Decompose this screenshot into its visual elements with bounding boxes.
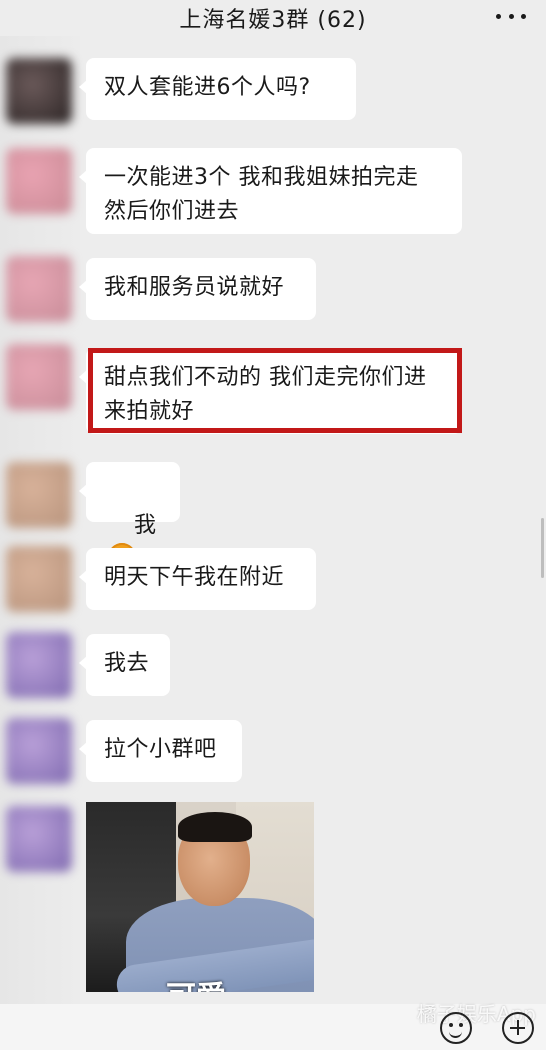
- message-bubble[interactable]: 我去: [79, 634, 170, 696]
- mouth: [449, 1029, 462, 1038]
- avatar[interactable]: [6, 148, 72, 214]
- meme-image[interactable]: 可爱: [86, 802, 314, 992]
- avatar[interactable]: [6, 546, 72, 612]
- dot: [521, 13, 526, 19]
- message-bubble[interactable]: 我和服务员说就好: [79, 258, 316, 320]
- more-dots-icon[interactable]: [496, 6, 526, 26]
- dot: [496, 13, 501, 19]
- chat-screen: 上海名媛3群 (62) 双人套能进6个人吗? 一次能进3个 我和我姐妹拍完走 然…: [0, 0, 546, 1050]
- plus-circle-icon[interactable]: [502, 1012, 534, 1044]
- message-bubble[interactable]: 一次能进3个 我和我姐妹拍完走 然后你们进去: [79, 148, 462, 234]
- message-bubble[interactable]: 明天下午我在附近: [79, 548, 316, 610]
- eye: [449, 1023, 453, 1027]
- chat-header: 上海名媛3群 (62): [0, 0, 546, 36]
- message-bubble[interactable]: 拉个小群吧: [79, 720, 242, 782]
- message-bubble[interactable]: 双人套能进6个人吗?: [79, 58, 356, 120]
- meme-hair: [178, 812, 252, 842]
- avatar[interactable]: [6, 344, 72, 410]
- avatar[interactable]: [6, 632, 72, 698]
- message-bubble[interactable]: 我: [79, 462, 180, 571]
- smiley-icon[interactable]: [440, 1012, 472, 1044]
- avatar[interactable]: [6, 806, 72, 872]
- avatar[interactable]: [6, 462, 72, 528]
- message-text: 我: [133, 513, 157, 538]
- eye: [459, 1023, 463, 1027]
- scrollbar[interactable]: [541, 518, 544, 578]
- dot: [508, 13, 514, 19]
- chat-title: 上海名媛3群 (62): [179, 8, 367, 33]
- avatar[interactable]: [6, 256, 72, 322]
- avatar[interactable]: [6, 718, 72, 784]
- message-bubble-highlighted[interactable]: 甜点我们不动的 我们走完你们进 来拍就好: [79, 348, 462, 434]
- avatar[interactable]: [6, 58, 72, 124]
- meme-caption: 可爱: [146, 972, 246, 992]
